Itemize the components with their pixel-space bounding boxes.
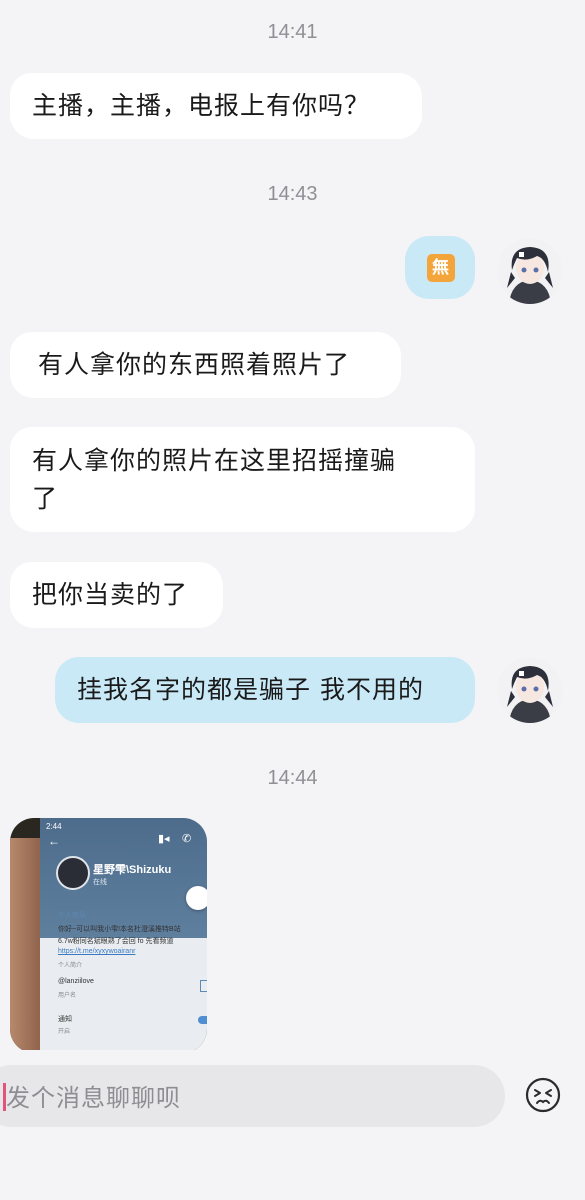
back-arrow-icon: ← [48,834,60,848]
avatar[interactable] [497,657,563,723]
profile-status: 在线 [93,879,107,886]
message-input-placeholder: 发个消息聊聊呗 [6,1084,181,1112]
phone-time: 2:44 [46,822,62,831]
info-section-title: 个人信息 [58,912,86,919]
notify-label: 通知 [58,1016,72,1023]
message-text: 把你当卖的了 [32,580,189,609]
anime-avatar-icon [497,238,563,304]
notify-toggle [198,1016,207,1024]
message-text: 有人拿你的东西照着照片了 [38,350,351,379]
bio-label: 个人简介 [58,963,83,969]
video-call-icon: ▮◂ [158,833,170,845]
image-message[interactable]: 2:44 ← ▮◂ ✆ 星野雫\Shizuku 在线 个人信息 你好~可以叫我小… [10,818,207,1053]
bio-line: 你好~可以叫我小雫!本名杜澄溪推特B站 [58,926,181,933]
message-text: 了 [32,484,59,513]
timestamp: 14:44 [267,767,318,789]
bio-line: 6.7w粉同名斌眼熟了会回 fo 先看频道 [58,938,174,945]
profile-avatar [56,856,90,890]
emoji-face-icon[interactable] [525,1077,561,1113]
bio-link: https://t.me/xyxywoairanr [58,948,136,955]
phone-call-icon: ✆ [182,833,192,845]
hand [10,838,44,1053]
timestamp: 14:41 [267,21,318,43]
username-label: 用户名 [58,993,77,999]
message-text: 挂我名字的都是骗子 我不用的 [77,675,424,704]
message-bubble-incoming[interactable]: 有人拿你的照片在这里招摇撞骗 了 [10,427,475,532]
avatar[interactable] [497,238,563,304]
anime-avatar-icon [497,657,563,723]
message-fab-icon [186,886,207,910]
timestamp: 14:43 [267,183,318,205]
message-bubble-outgoing[interactable]: 無 [405,236,475,299]
notify-state: 开启 [58,1029,71,1035]
profile-name: 星野雫\Shizuku [93,864,172,876]
message-bubble-outgoing[interactable]: 挂我名字的都是骗子 我不用的 [55,657,475,723]
qr-code-icon [200,980,207,992]
sticker-icon: 無 [427,254,455,282]
message-bubble-incoming[interactable]: 主播，主播，电报上有你吗？ [10,73,422,139]
username: @lanziilove [58,978,94,985]
message-text: 主播，主播，电报上有你吗？ [32,91,371,120]
message-text: 有人拿你的照片在这里招摇撞骗 [32,446,397,475]
message-bubble-incoming[interactable]: 把你当卖的了 [10,562,223,628]
message-bubble-incoming[interactable]: 有人拿你的东西照着照片了 [10,332,401,398]
phone-screenshot: 2:44 ← ▮◂ ✆ 星野雫\Shizuku 在线 个人信息 你好~可以叫我小… [40,818,207,1053]
